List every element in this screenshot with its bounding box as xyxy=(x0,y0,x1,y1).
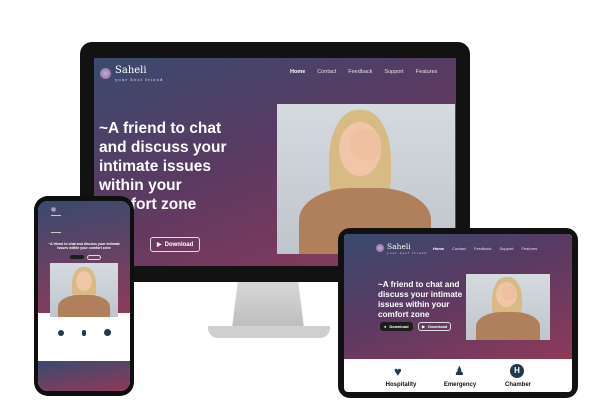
tablet-nav-features[interactable]: Features xyxy=(522,246,538,251)
brand-tagline: your best friend xyxy=(115,77,164,82)
phone-feature-icon xyxy=(82,330,86,336)
nav-contact[interactable]: Contact xyxy=(317,69,336,75)
tablet-screen: Saheli your best friend Home Contact Fee… xyxy=(344,234,572,392)
hero-title-line: within your xyxy=(99,176,182,194)
apple-icon: ● xyxy=(384,324,387,329)
phone-download-outline-button[interactable] xyxy=(87,255,101,260)
phone-screen: ~A friend to chat and discuss your intim… xyxy=(38,201,130,391)
nav-home[interactable]: Home xyxy=(290,69,305,75)
tablet-download-outline-label: Download xyxy=(428,324,448,329)
tablet-brand-name[interactable]: Saheli xyxy=(387,242,411,251)
hero-title-line: intimate issues xyxy=(99,157,211,175)
tablet-download-outline-button[interactable]: ▶ Download xyxy=(418,322,452,331)
feature-hospitality: Hospitality xyxy=(385,382,417,388)
tablet-nav-feedback[interactable]: Feedback xyxy=(474,246,492,251)
tablet-hero-photo xyxy=(466,274,550,340)
phone-feature-icon xyxy=(58,330,64,336)
feature-emergency: Emergency xyxy=(443,382,477,388)
photo-hand xyxy=(351,130,381,160)
heart-pulse-icon: ♥ xyxy=(394,364,402,379)
phone-hero-photo xyxy=(50,263,118,317)
play-icon: ▶ xyxy=(422,324,426,329)
nav-feedback[interactable]: Feedback xyxy=(348,69,372,75)
person-icon: ♟ xyxy=(454,364,465,378)
tablet-hero-title: ~A friend to chat and discuss your intim… xyxy=(378,280,463,319)
tablet-logo-icon[interactable] xyxy=(376,244,384,252)
phone-hero-title: ~A friend to chat and discuss your intim… xyxy=(48,242,120,251)
desktop-nav: Home Contact Feedback Support Features xyxy=(290,69,437,75)
phone-section-band xyxy=(38,361,130,391)
brand-name[interactable]: Saheli xyxy=(115,65,147,76)
tablet-download-button[interactable]: ● Download xyxy=(380,322,413,331)
hospital-icon: H xyxy=(510,364,524,378)
tablet-download-label: Download xyxy=(389,324,409,329)
tablet-nav-home[interactable]: Home xyxy=(433,246,444,251)
phone-menu-lines[interactable] xyxy=(51,215,61,233)
monitor-base xyxy=(208,326,330,338)
hero-title-line: and discuss your xyxy=(99,138,227,156)
feature-chamber: Chamber xyxy=(504,382,531,388)
tablet-nav: Home Contact Feedback Support Features xyxy=(433,246,537,251)
nav-support[interactable]: Support xyxy=(384,69,403,75)
phone-logo-icon[interactable] xyxy=(51,207,56,212)
tablet-nav-contact[interactable]: Contact xyxy=(452,246,466,251)
monitor-stand xyxy=(232,282,304,328)
phone-download-button[interactable] xyxy=(70,255,84,259)
hero-title-line: ~A friend to chat xyxy=(99,120,222,137)
tablet-nav-support[interactable]: Support xyxy=(500,246,514,251)
tablet-brand-tagline: your best friend xyxy=(387,251,428,255)
nav-features[interactable]: Features xyxy=(416,69,438,75)
download-outline-label: Download xyxy=(164,241,194,248)
brand-logo-icon[interactable] xyxy=(100,68,111,79)
download-outline-button[interactable]: ▶ Download xyxy=(150,237,201,252)
phone-feature-icon xyxy=(104,329,111,336)
play-icon: ▶ xyxy=(157,242,162,248)
